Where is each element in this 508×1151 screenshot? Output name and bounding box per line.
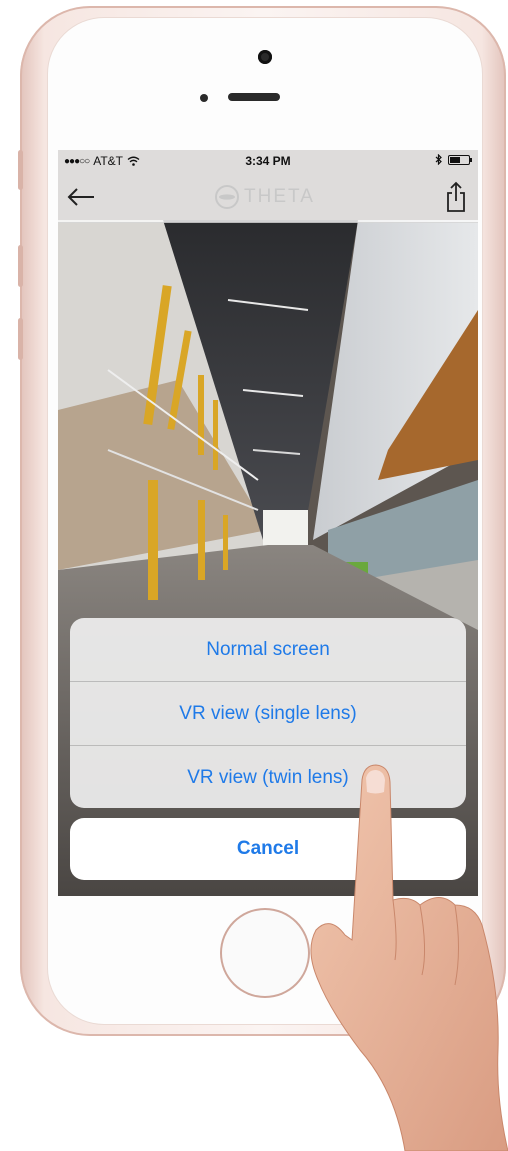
volume-up-button xyxy=(18,245,23,287)
status-time: 3:34 PM xyxy=(245,154,291,168)
bluetooth-icon xyxy=(435,154,442,165)
earpiece-speaker xyxy=(228,93,280,101)
theta-logo: THETA xyxy=(214,184,315,210)
product-shot: ●●●○○ AT&T 3:34 PM THETA Normal screen V… xyxy=(0,0,508,1151)
option-vr-twin-lens[interactable]: VR view (twin lens) xyxy=(70,746,466,808)
action-sheet: Normal screen VR view (single lens) VR v… xyxy=(70,618,466,808)
share-icon xyxy=(447,181,465,212)
battery-icon xyxy=(448,154,472,165)
back-button[interactable] xyxy=(64,182,98,212)
navigation-bar: THETA xyxy=(58,172,478,223)
option-vr-single-lens[interactable]: VR view (single lens) xyxy=(70,682,466,745)
status-bar: ●●●○○ AT&T 3:34 PM xyxy=(58,150,478,172)
mute-switch xyxy=(18,150,23,190)
share-button[interactable] xyxy=(442,180,470,214)
front-camera xyxy=(258,50,272,64)
proximity-sensor xyxy=(200,94,208,102)
home-button[interactable] xyxy=(222,910,308,996)
phone-screen: ●●●○○ AT&T 3:34 PM THETA Normal screen V… xyxy=(58,150,478,896)
logo-text: THETA xyxy=(244,186,315,207)
back-arrow-icon xyxy=(67,188,94,206)
option-normal-screen[interactable]: Normal screen xyxy=(70,618,466,681)
volume-down-button xyxy=(18,318,23,360)
theta-logo-icon xyxy=(215,185,239,209)
status-right xyxy=(435,154,472,165)
cancel-button[interactable]: Cancel xyxy=(70,818,466,880)
